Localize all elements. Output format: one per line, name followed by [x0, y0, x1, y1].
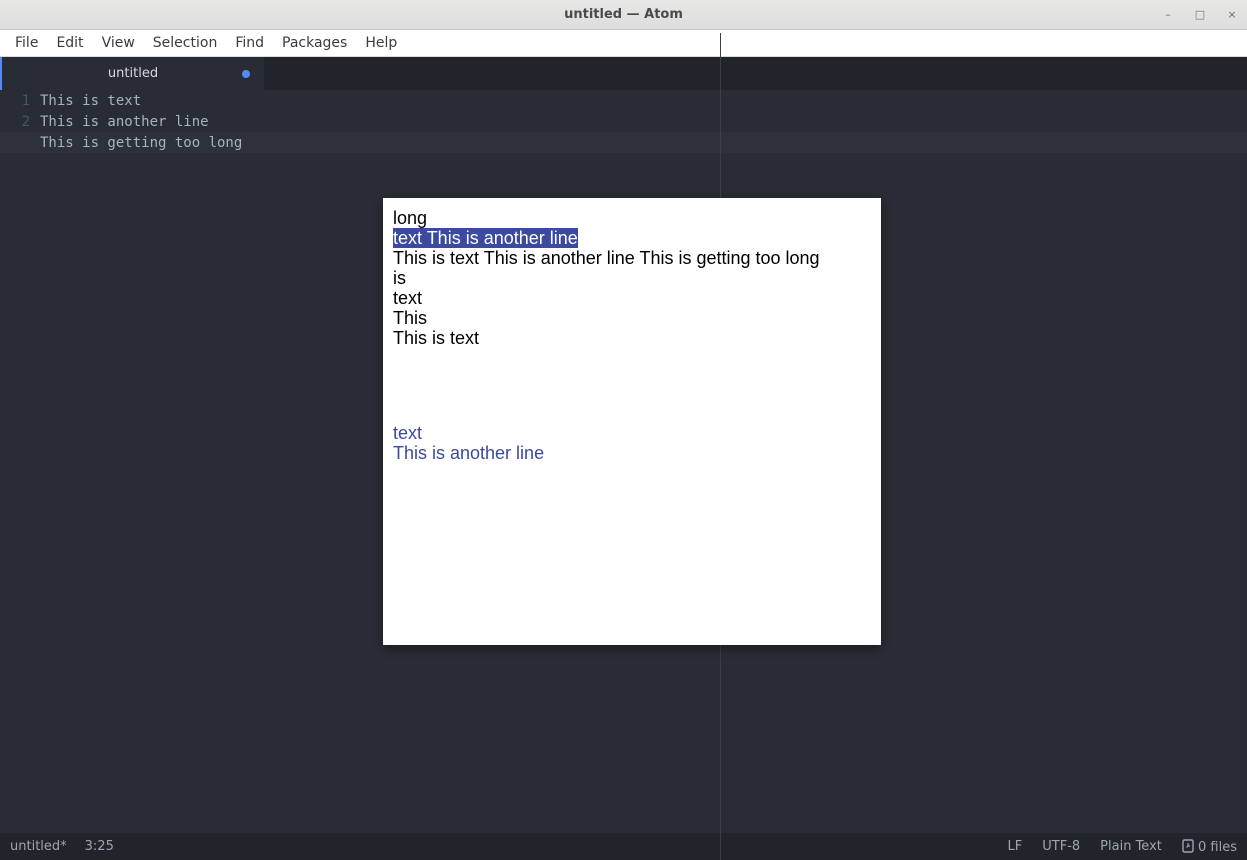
menu-edit[interactable]: Edit	[47, 32, 92, 54]
status-grammar[interactable]: Plain Text	[1100, 839, 1162, 854]
code-line: This is text	[40, 93, 141, 109]
menu-view[interactable]: View	[93, 32, 144, 54]
window-titlebar: untitled — Atom – □ ×	[0, 0, 1247, 30]
maximize-button[interactable]: □	[1193, 8, 1207, 21]
tab-modified-indicator-icon	[242, 70, 250, 78]
menu-packages[interactable]: Packages	[273, 32, 356, 54]
suggestion-item[interactable]: This is text This is another line This i…	[393, 248, 871, 268]
suggestion-item[interactable]: is	[393, 268, 871, 288]
status-cursor-position[interactable]: 3:25	[85, 839, 114, 854]
code-line: This is another line	[40, 114, 209, 130]
suggestion-item[interactable]: This	[393, 308, 871, 328]
git-diff-icon	[1182, 840, 1194, 855]
suggestion-item-selected[interactable]: text This is another line	[393, 228, 871, 248]
status-bar: untitled* 3:25 LF UTF-8 Plain Text 0 fil…	[0, 833, 1247, 860]
tab-title: untitled	[108, 66, 158, 81]
line-number-gutter: 1 2 3	[0, 90, 40, 833]
tab-untitled[interactable]: untitled	[0, 57, 264, 90]
status-git-text: 0 files	[1198, 840, 1237, 855]
menu-file[interactable]: File	[6, 32, 47, 54]
autocomplete-popup[interactable]: long text This is another line This is t…	[383, 198, 881, 645]
line-number: 2	[0, 112, 30, 133]
menubar: File Edit View Selection Find Packages H…	[0, 30, 1247, 57]
minimize-button[interactable]: –	[1161, 8, 1175, 21]
tab-bar: untitled	[0, 57, 1247, 90]
suggestion-item[interactable]: text	[393, 288, 871, 308]
code-line: This is getting too long	[40, 135, 242, 151]
line-number: 1	[0, 91, 30, 112]
menu-find[interactable]: Find	[226, 32, 273, 54]
status-encoding[interactable]: UTF-8	[1042, 839, 1080, 854]
menu-help[interactable]: Help	[356, 32, 406, 54]
suggestion-detail: text	[393, 423, 871, 443]
status-line-ending[interactable]: LF	[1008, 839, 1023, 854]
status-git[interactable]: 0 files	[1182, 839, 1237, 855]
close-button[interactable]: ×	[1225, 8, 1239, 21]
status-filename[interactable]: untitled*	[10, 839, 67, 854]
suggestion-item[interactable]: long	[393, 208, 871, 228]
window-title: untitled — Atom	[0, 7, 1247, 22]
suggestion-detail: This is another line	[393, 443, 871, 463]
menu-selection[interactable]: Selection	[144, 32, 227, 54]
suggestion-item[interactable]: This is text	[393, 328, 871, 348]
